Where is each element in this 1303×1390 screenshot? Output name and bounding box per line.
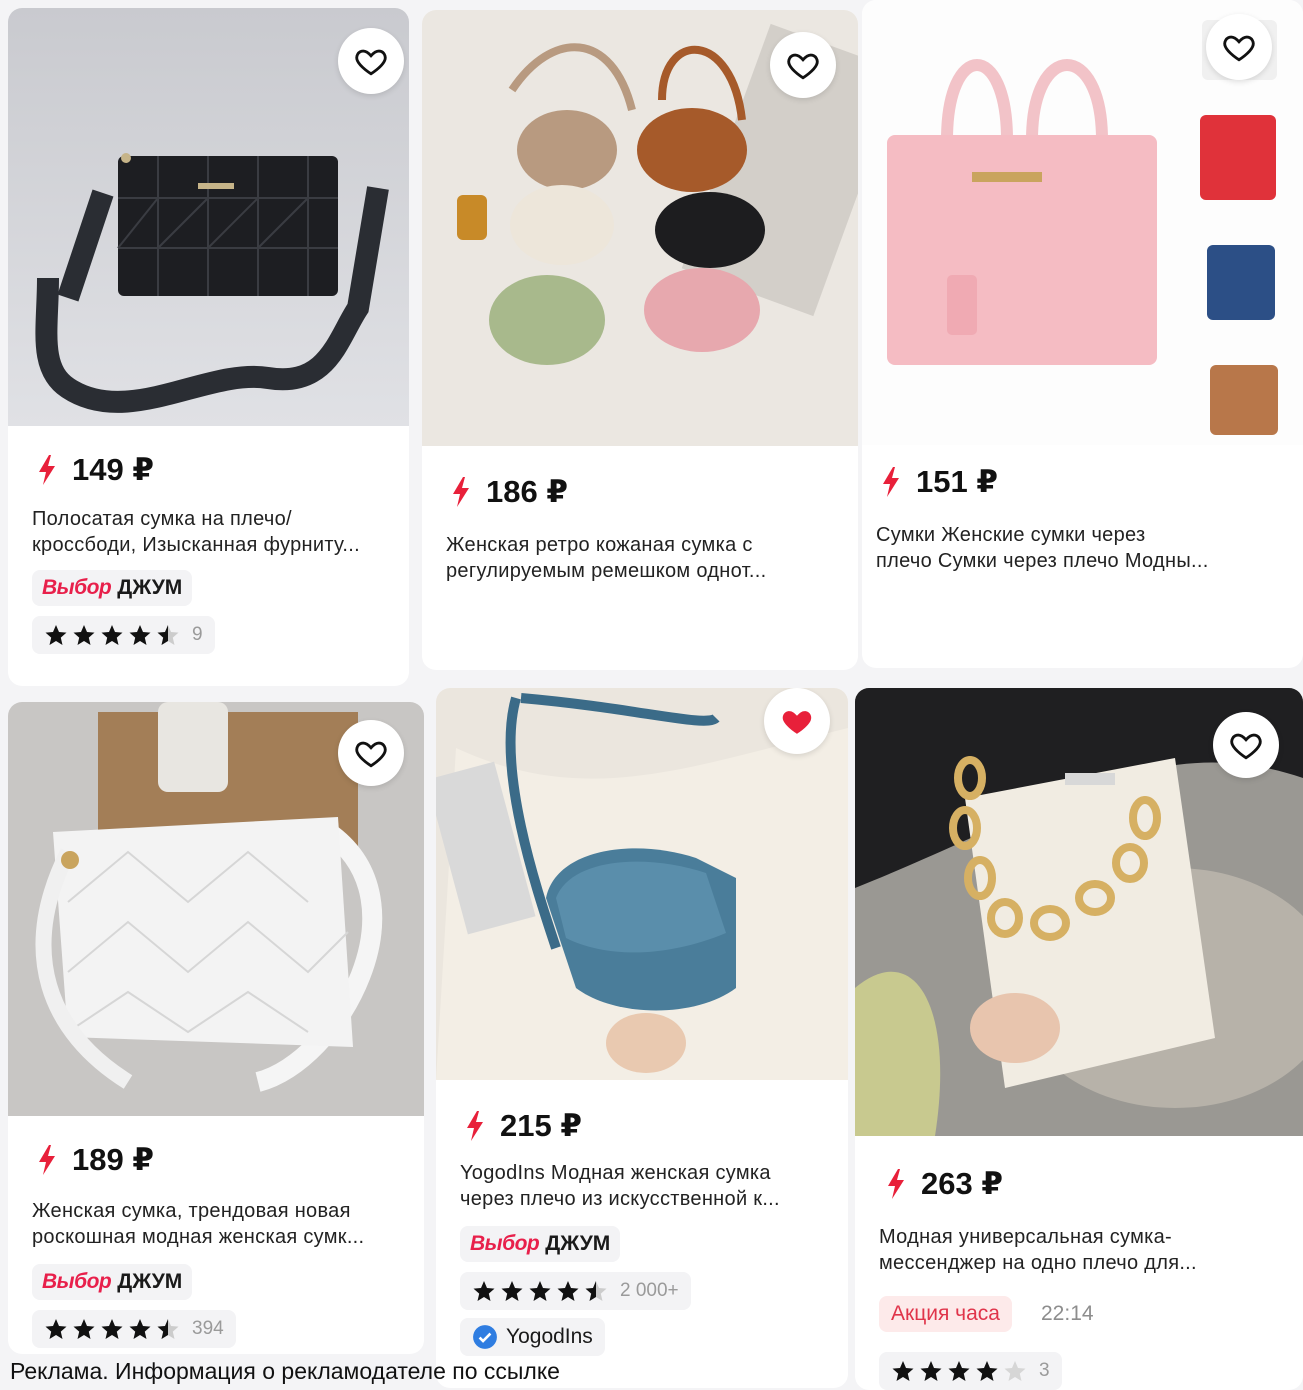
star-icon	[473, 1281, 495, 1301]
rating-badge: 9	[32, 616, 215, 654]
lightning-icon	[888, 1169, 904, 1199]
product-title[interactable]: Женская сумка, трендовая новая роскошная…	[32, 1198, 402, 1250]
star-icon	[45, 1319, 67, 1339]
rating-stars	[891, 1359, 1027, 1383]
star-half-icon	[157, 625, 179, 645]
lightning-icon	[883, 467, 899, 497]
product-card[interactable]: 186 ₽ Женская ретро кожаная сумка с регу…	[422, 10, 858, 670]
star-icon	[948, 1361, 970, 1381]
star-icon	[129, 1319, 151, 1339]
product-price: 215 ₽	[464, 1108, 582, 1144]
lightning-icon	[453, 477, 469, 507]
product-price: 263 ₽	[885, 1166, 1003, 1202]
choice-badge: Выбор ДЖУМ	[32, 1264, 193, 1300]
favorite-button[interactable]	[1206, 14, 1272, 80]
product-title[interactable]: Сумки Женские сумки через плечо Сумки че…	[876, 522, 1246, 574]
rating-badge: 2 000+	[460, 1272, 691, 1310]
star-half-icon	[157, 1319, 179, 1339]
heart-icon	[787, 53, 819, 80]
product-title[interactable]: YogodIns Модная женская сумка через плеч…	[460, 1160, 830, 1212]
product-price: 149 ₽	[36, 452, 154, 488]
star-icon	[920, 1361, 942, 1381]
promo-badge: Акция часа	[879, 1296, 1012, 1332]
heart-icon	[355, 49, 387, 76]
lightning-icon	[39, 455, 55, 485]
product-title[interactable]: Полосатая сумка на плечо/ кроссбоди, Изы…	[32, 506, 402, 558]
product-title[interactable]: Женская ретро кожаная сумка с регулируем…	[446, 532, 816, 584]
product-card[interactable]: 149 ₽ Полосатая сумка на плечо/ кроссбод…	[8, 8, 409, 686]
lightning-icon	[39, 1145, 55, 1175]
star-icon	[129, 625, 151, 645]
star-icon	[73, 625, 95, 645]
star-icon	[557, 1281, 579, 1301]
star-icon	[101, 1319, 123, 1339]
promo-timer: 22:14	[1041, 1302, 1094, 1325]
heart-icon	[355, 741, 387, 768]
product-card[interactable]: 151 ₽ Сумки Женские сумки через плечо Су…	[862, 0, 1303, 668]
rating-stars	[44, 1317, 180, 1341]
product-price: 151 ₽	[880, 464, 998, 500]
rating-badge: 394	[32, 1310, 236, 1348]
choice-badge: Выбор ДЖУМ	[32, 570, 193, 606]
favorite-button[interactable]	[764, 688, 830, 754]
seller-badge[interactable]: YogodIns	[460, 1318, 605, 1356]
favorite-button[interactable]	[770, 32, 836, 98]
star-icon	[101, 625, 123, 645]
favorite-button[interactable]	[338, 720, 404, 786]
heart-filled-icon	[782, 711, 812, 734]
star-icon	[892, 1361, 914, 1381]
star-icon	[73, 1319, 95, 1339]
product-title[interactable]: Модная универсальная сумка- мессенджер н…	[879, 1224, 1249, 1276]
product-card[interactable]: 263 ₽ Модная универсальная сумка- мессен…	[855, 688, 1303, 1390]
favorite-button[interactable]	[1213, 712, 1279, 778]
heart-icon	[1230, 733, 1262, 760]
verified-icon	[473, 1325, 497, 1349]
star-icon	[45, 625, 67, 645]
star-icon	[976, 1361, 998, 1381]
star-half-icon	[585, 1281, 607, 1301]
ad-notice[interactable]: Реклама. Информация о рекламодателе по с…	[10, 1358, 560, 1385]
heart-icon	[1223, 35, 1255, 62]
star-icon	[501, 1281, 523, 1301]
product-card[interactable]: 189 ₽ Женская сумка, трендовая новая рос…	[8, 702, 424, 1354]
lightning-icon	[467, 1111, 483, 1141]
rating-badge: 3	[879, 1352, 1062, 1390]
product-price: 186 ₽	[450, 474, 568, 510]
star-icon	[529, 1281, 551, 1301]
product-card[interactable]: 215 ₽ YogodIns Модная женская сумка чере…	[436, 688, 848, 1388]
rating-stars	[472, 1279, 608, 1303]
favorite-button[interactable]	[338, 28, 404, 94]
choice-badge: Выбор ДЖУМ	[460, 1226, 621, 1262]
product-price: 189 ₽	[36, 1142, 154, 1178]
star-empty-icon	[1004, 1361, 1026, 1381]
rating-stars	[44, 623, 180, 647]
